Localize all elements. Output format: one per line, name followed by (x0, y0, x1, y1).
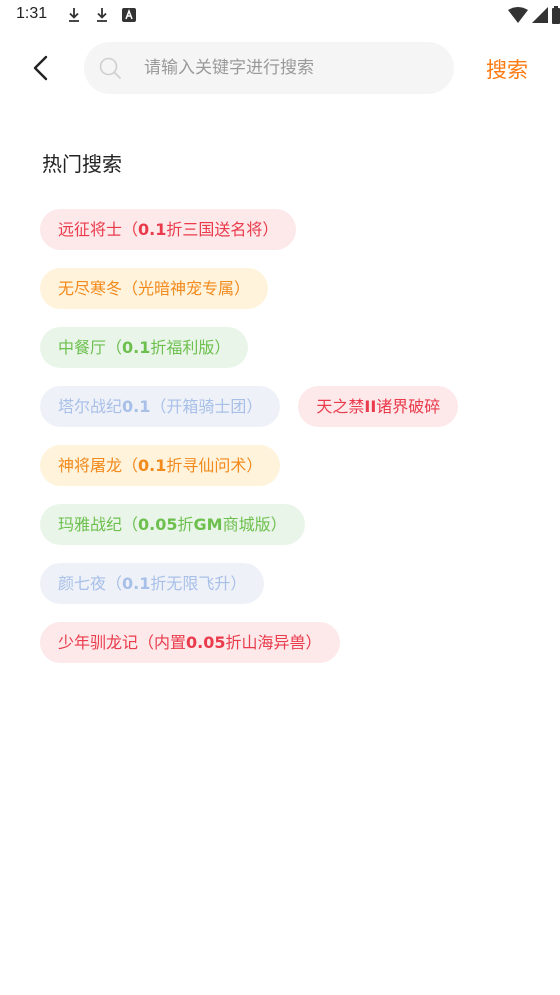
signal-icon (532, 7, 548, 23)
hot-search-title: 热门搜索 (42, 152, 122, 176)
hot-search-tag[interactable]: 玛雅战纪（0.05折GM商城版） (40, 504, 305, 545)
battery-icon (552, 6, 560, 24)
hot-search-tag[interactable]: 无尽寒冬（光暗神宠专属） (40, 268, 269, 309)
hot-search-tag[interactable]: 远征将士（0.1折三国送名将） (40, 209, 297, 250)
download-icon (97, 8, 107, 22)
status-right-icons (508, 6, 560, 24)
chevron-left-icon[interactable] (24, 50, 60, 86)
search-input[interactable] (144, 42, 440, 94)
search-box[interactable] (84, 42, 454, 94)
status-time: 1:31 (16, 5, 48, 22)
search-icon (99, 57, 121, 79)
hot-search-tag[interactable]: 颜七夜（0.1折无限飞升） (40, 563, 265, 604)
hot-search-tags: 远征将士（0.1折三国送名将） 无尽寒冬（光暗神宠专属） 中餐厅（0.1折福利版… (40, 209, 550, 663)
download-icon (69, 8, 79, 22)
hot-search-tag[interactable]: 塔尔战纪0.1（开箱骑士团） (40, 386, 281, 427)
hot-search-tag[interactable]: 少年驯龙记（内置0.05折山海异兽） (40, 622, 340, 663)
hot-search-tag[interactable]: 天之禁II诸界破碎 (298, 386, 459, 427)
search-button[interactable]: 搜索 (486, 54, 528, 84)
a-badge-icon (122, 8, 136, 22)
hot-search-tag[interactable]: 神将屠龙（0.1折寻仙问术） (40, 445, 281, 486)
hot-search-tag[interactable]: 中餐厅（0.1折福利版） (40, 327, 249, 368)
search-header: 搜索 (0, 42, 560, 94)
wifi-icon (508, 7, 528, 23)
status-bar: 1:31 (0, 0, 560, 32)
